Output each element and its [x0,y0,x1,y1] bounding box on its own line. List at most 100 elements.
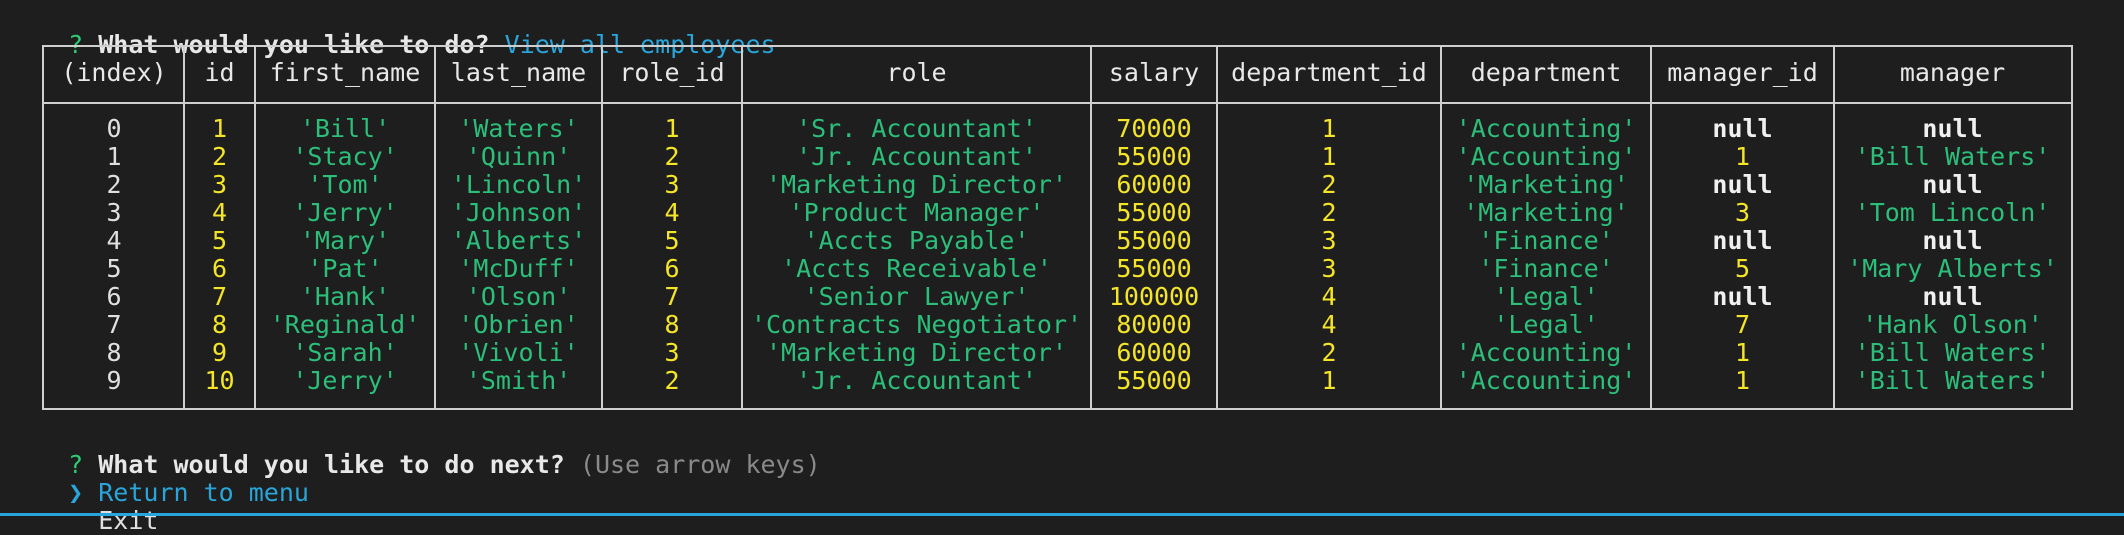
cell-id: 2 [211,142,228,171]
cell-index: 7 [106,310,122,339]
cell-index: 1 [106,142,122,171]
cell-manager-id: 1 [1734,338,1751,367]
cell-role-id: 7 [664,282,680,311]
cell-salary: 55000 [1116,226,1192,255]
cell-role-id: 4 [664,198,680,227]
cell-index: 5 [106,254,122,283]
cell-department: 'Marketing' [1463,170,1629,199]
cell-index: 0 [106,114,122,143]
cell-last-name: 'Obrien' [458,310,579,339]
cell-role-id: 2 [664,366,680,395]
cell-last-name: 'Johnson' [450,198,587,227]
cell-manager-id: null [1712,170,1773,199]
cell-department-id: 1 [1321,142,1337,171]
cell-role: 'Contracts Negotiator' [750,310,1083,339]
table-row: 3 4 'Jerry' 'Johnson' 4 'Product Manager' 5500… [44,199,2071,227]
cell-manager: 'Bill Waters' [1854,366,2051,395]
cell-salary: 70000 [1116,114,1192,143]
header-role: role [886,58,947,87]
cell-first-name: 'Jerry' [292,366,398,395]
cell-manager: 'Hank Olson' [1862,310,2043,339]
cell-index: 3 [106,198,122,227]
cell-role: 'Jr. Accountant' [796,142,1037,171]
cell-department: 'Finance' [1478,226,1614,255]
cell-department: 'Finance' [1478,254,1614,283]
cell-index: 6 [106,282,122,311]
menu-option-exit[interactable]: Exit [38,479,158,535]
cell-id: 9 [211,338,228,367]
cell-salary: 80000 [1116,310,1192,339]
cell-manager: 'Tom Lincoln' [1854,198,2051,227]
header-divider [44,102,2071,104]
cell-role: 'Product Manager' [788,198,1045,227]
cell-manager-id: null [1712,282,1773,311]
cell-department-id: 4 [1321,310,1337,339]
header-id: id [204,58,235,87]
cell-salary: 60000 [1116,170,1192,199]
cell-manager-id: 1 [1734,366,1751,395]
cell-salary: 55000 [1116,254,1192,283]
cell-department: 'Accounting' [1455,338,1637,367]
cell-manager: 'Mary Alberts' [1847,254,2058,283]
cell-manager: null [1922,114,1983,143]
cell-manager-id: 5 [1734,254,1751,283]
header-first-name: first_name [269,58,421,87]
cell-department-id: 2 [1321,170,1337,199]
cell-first-name: 'Jerry' [292,198,398,227]
cell-salary: 55000 [1116,198,1192,227]
cell-manager-id: 7 [1734,310,1751,339]
cell-id: 6 [211,254,228,283]
cell-last-name: 'Alberts' [450,226,587,255]
cell-id: 4 [211,198,228,227]
cell-role-id: 5 [664,226,680,255]
cell-id: 7 [211,282,228,311]
cell-department-id: 1 [1321,114,1337,143]
cell-role: 'Accts Payable' [803,226,1030,255]
cell-department-id: 2 [1321,338,1337,367]
cell-department: 'Accounting' [1455,114,1637,143]
header-department-id: department_id [1231,58,1427,87]
cell-manager: null [1922,226,1983,255]
cell-manager: 'Bill Waters' [1854,338,2051,367]
table-row: 0 1 'Bill' 'Waters' 1 'Sr. Accountant' 70000 1 '… [44,115,2071,143]
cell-role-id: 6 [664,254,680,283]
cell-first-name: 'Reginald' [269,310,421,339]
cell-department: 'Marketing' [1463,198,1629,227]
table-row: 9 10 'Jerry' 'Smith' 2 'Jr. Accountant' 55000 1… [44,367,2071,395]
cell-id: 1 [211,114,228,143]
cell-first-name: 'Sarah' [292,338,398,367]
cell-first-name: 'Tom' [307,170,383,199]
table-row: 6 7 'Hank' 'Olson' 7 'Senior Lawyer' 100000 4 'L… [44,283,2071,311]
cell-role-id: 8 [664,310,680,339]
menu-option-label: Exit [98,506,159,535]
cell-role-id: 3 [664,338,680,367]
cell-last-name: 'Waters' [458,114,579,143]
cell-salary: 55000 [1116,142,1192,171]
cell-index: 2 [106,170,122,199]
cell-department: 'Legal' [1493,282,1599,311]
cell-manager-id: null [1712,114,1773,143]
cell-role: 'Marketing Director' [765,338,1068,367]
cell-id: 3 [211,170,228,199]
cell-role: 'Jr. Accountant' [796,366,1037,395]
table-row: 1 2 'Stacy' 'Quinn' 2 'Jr. Accountant' 55000 1 '… [44,143,2071,171]
cell-role: 'Accts Receivable' [781,254,1052,283]
cell-department-id: 1 [1321,366,1337,395]
header-department: department [1470,58,1622,87]
cell-role-id: 2 [664,142,680,171]
cell-role: 'Marketing Director' [765,170,1068,199]
header-salary: salary [1108,58,1200,87]
cell-role-id: 3 [664,170,680,199]
prompt-hint: (Use arrow keys) [579,450,821,479]
cell-department: 'Accounting' [1455,142,1637,171]
cell-first-name: 'Hank' [299,282,391,311]
table-row: 5 6 'Pat' 'McDuff' 6 'Accts Receivable' 55000 3… [44,255,2071,283]
cell-manager-id: null [1712,226,1773,255]
cell-last-name: 'Quinn' [465,142,572,171]
header-manager: manager [1899,58,2006,87]
cell-role: 'Senior Lawyer' [803,282,1030,311]
cell-manager-id: 1 [1734,142,1751,171]
cell-salary: 55000 [1116,366,1192,395]
cell-manager: null [1922,282,1983,311]
table-row: 2 3 'Tom' 'Lincoln' 3 'Marketing Director' 600… [44,171,2071,199]
